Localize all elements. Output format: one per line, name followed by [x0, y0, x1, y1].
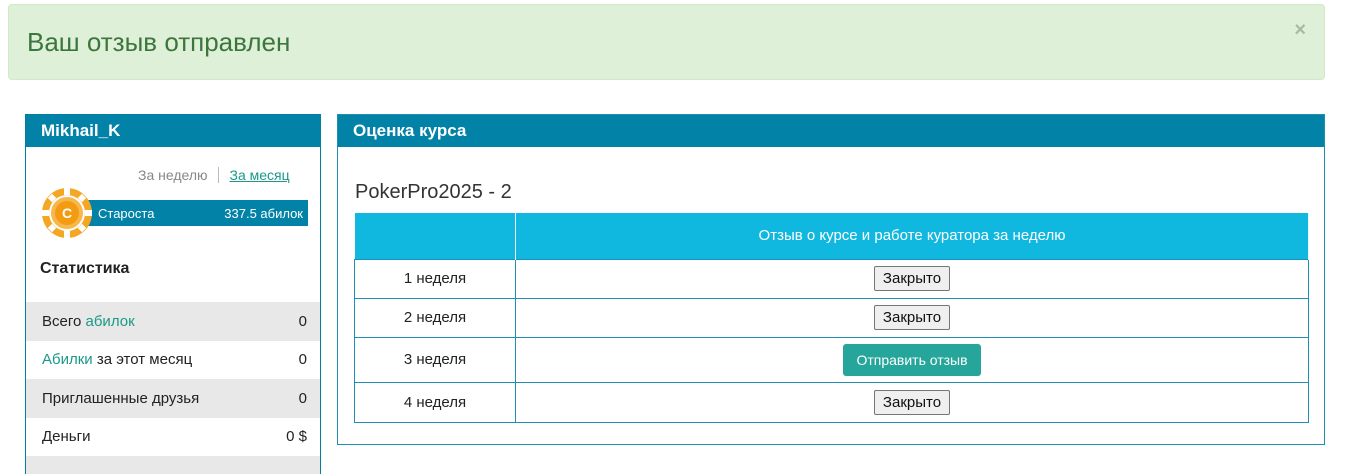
closed-button[interactable]: Закрыто: [873, 266, 951, 291]
stat-row-month: Абилки за этот месяц 0: [26, 341, 320, 380]
tab-week[interactable]: За неделю: [138, 167, 219, 183]
stats-list: Всего абилок 0 Абилки за этот месяц 0 Пр…: [26, 302, 320, 474]
stat-label: Абилки за этот месяц: [42, 351, 193, 369]
closed-button[interactable]: Закрыто: [873, 389, 951, 415]
stat-row-friends: Приглашенные друзья 0: [26, 379, 320, 418]
stat-row-partial: [26, 456, 320, 474]
stat-value: 0: [298, 351, 307, 369]
table-row: 1 неделя Закрыто: [354, 258, 1309, 299]
week-label: 2 неделя: [354, 297, 516, 338]
stats-title: Статистика: [40, 260, 130, 277]
table-row: 2 неделя Закрыто: [354, 297, 1309, 338]
close-icon[interactable]: ×: [1294, 19, 1306, 42]
stat-value: 0 $: [286, 428, 307, 446]
stat-row-money: Деньги 0 $: [26, 418, 320, 457]
stat-label: Всего абилок: [42, 312, 135, 330]
tab-month[interactable]: За месяц: [219, 167, 290, 183]
week-label: 4 неделя: [354, 381, 516, 423]
success-alert: Ваш отзыв отправлен ×: [8, 4, 1325, 80]
stat-value: 0: [298, 389, 307, 407]
rank-title: Староста: [98, 205, 155, 221]
course-panel: Оценка курса PokerPro2025 - 2 Отзыв о ку…: [337, 114, 1325, 445]
header-review: Отзыв о курсе и работе куратора за недел…: [515, 213, 1309, 259]
period-tabs: За неделю За месяц: [138, 167, 290, 183]
rank-badge-letter: C: [62, 205, 72, 221]
table-row: 3 неделя Отправить отзыв: [354, 336, 1309, 383]
user-panel: Mikhail_K За неделю За месяц Староста 33…: [25, 114, 321, 474]
stat-label: Деньги: [42, 428, 91, 446]
week-label: 3 неделя: [354, 336, 516, 383]
closed-button[interactable]: Закрыто: [873, 305, 951, 330]
table-row: 4 неделя Закрыто: [354, 381, 1309, 423]
review-cell: Закрыто: [515, 258, 1309, 299]
stat-row-total: Всего абилок 0: [26, 302, 320, 341]
rank-bar: Староста 337.5 абилок: [86, 200, 308, 226]
stat-label: Приглашенные друзья: [42, 389, 200, 407]
rank-chip-icon: C: [42, 188, 92, 238]
course-panel-title: Оценка курса: [338, 115, 1324, 147]
alert-message: Ваш отзыв отправлен: [27, 27, 291, 57]
header-week: [354, 213, 516, 259]
review-table: Отзыв о курсе и работе куратора за недел…: [354, 213, 1309, 423]
send-review-button[interactable]: Отправить отзыв: [843, 343, 981, 376]
table-header-row: Отзыв о курсе и работе куратора за недел…: [354, 213, 1309, 259]
username: Mikhail_K: [26, 115, 320, 147]
review-cell: Закрыто: [515, 297, 1309, 338]
review-cell: Закрыто: [515, 381, 1309, 423]
stat-value: 0: [298, 312, 307, 330]
rank-points: 337.5 абилок: [224, 205, 303, 221]
week-label: 1 неделя: [354, 258, 516, 299]
course-name: PokerPro2025 - 2: [355, 181, 512, 203]
review-cell: Отправить отзыв: [515, 336, 1309, 383]
